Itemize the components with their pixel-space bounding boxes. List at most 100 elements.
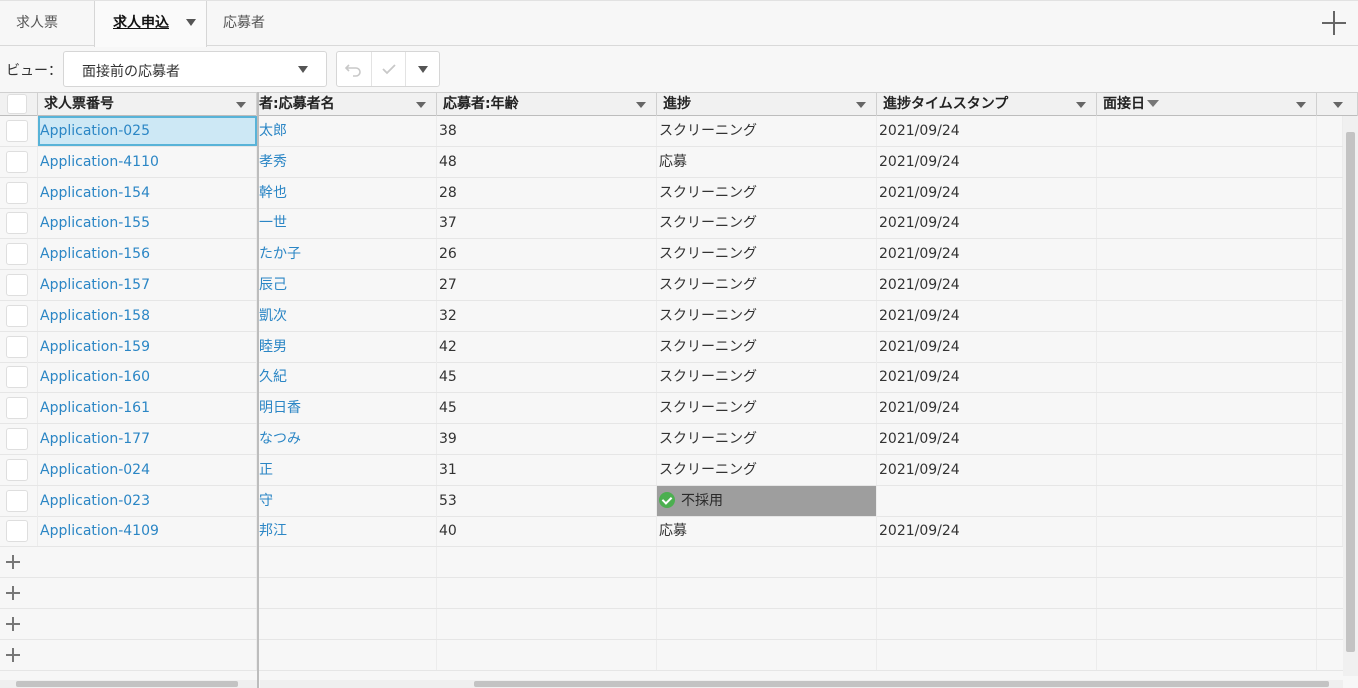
interview-date-cell[interactable]: [1097, 516, 1317, 547]
interview-date-cell[interactable]: [1097, 393, 1317, 424]
row-checkbox[interactable]: [6, 243, 28, 266]
progress-cell[interactable]: スクリーニング: [657, 177, 877, 208]
applicant-name-link[interactable]: 正: [259, 462, 273, 478]
job-number-link[interactable]: Application-023: [40, 493, 150, 509]
job-number-link[interactable]: Application-156: [40, 246, 150, 262]
job-number-link[interactable]: Application-158: [40, 308, 150, 324]
applicant-name-link[interactable]: 太郎: [259, 123, 287, 139]
timestamp-cell[interactable]: 2021/09/24: [877, 454, 1097, 485]
progress-cell[interactable]: 応募: [657, 146, 877, 177]
job-number-link[interactable]: Application-154: [40, 185, 150, 201]
row-checkbox[interactable]: [6, 520, 28, 543]
horizontal-scroll-thumb[interactable]: [474, 681, 1329, 687]
empty-cell[interactable]: [259, 547, 437, 578]
interview-date-cell[interactable]: [1097, 424, 1317, 454]
job-number-link[interactable]: Application-159: [40, 339, 150, 355]
row-checkbox[interactable]: [6, 428, 28, 450]
row-checkbox[interactable]: [6, 335, 28, 358]
job-number-cell[interactable]: Application-025: [38, 116, 257, 146]
row-checkbox[interactable]: [6, 304, 28, 327]
interview-date-cell[interactable]: [1097, 331, 1317, 362]
applicant-name-link[interactable]: 幹也: [259, 185, 287, 201]
empty-cell[interactable]: [38, 639, 257, 670]
row-checkbox[interactable]: [6, 458, 28, 481]
header-applicant-age[interactable]: 応募者:年齢: [437, 93, 657, 116]
header-progress[interactable]: 進捗: [657, 93, 877, 116]
timestamp-cell[interactable]: 2021/09/24: [877, 239, 1097, 270]
timestamp-cell[interactable]: 2021/09/24: [877, 393, 1097, 424]
job-number-cell[interactable]: Application-156: [38, 239, 257, 270]
empty-cell[interactable]: [259, 608, 437, 639]
table-row[interactable]: Application-156 たか子 26 スクリーニング 2021/09/24: [0, 239, 1343, 271]
age-cell[interactable]: 48: [437, 146, 657, 177]
tab-job-postings[interactable]: 求人票: [16, 1, 76, 46]
applicant-name-link[interactable]: たか子: [259, 246, 301, 262]
empty-cell[interactable]: [657, 608, 877, 639]
interview-date-cell[interactable]: [1097, 362, 1317, 393]
row-checkbox[interactable]: [6, 366, 28, 389]
empty-cell[interactable]: [38, 608, 257, 639]
timestamp-cell[interactable]: [877, 485, 1097, 516]
empty-cell[interactable]: [259, 639, 437, 670]
job-number-link[interactable]: Application-025: [40, 123, 150, 139]
job-number-cell[interactable]: Application-157: [38, 270, 257, 300]
applicant-name-cell[interactable]: 久紀: [259, 362, 437, 393]
timestamp-cell[interactable]: 2021/09/24: [877, 270, 1097, 300]
table-row[interactable]: Application-024 正 31 スクリーニング 2021/09/24: [0, 454, 1343, 486]
job-number-cell[interactable]: Application-158: [38, 300, 257, 331]
timestamp-cell[interactable]: 2021/09/24: [877, 146, 1097, 177]
column-menu-icon[interactable]: [232, 99, 250, 111]
empty-cell[interactable]: [259, 578, 437, 608]
job-number-link[interactable]: Application-155: [40, 215, 150, 231]
row-checkbox[interactable]: [6, 274, 28, 296]
applicant-name-cell[interactable]: たか子: [259, 239, 437, 270]
table-row[interactable]: Application-158 凱次 32 スクリーニング 2021/09/24: [0, 300, 1343, 332]
job-number-link[interactable]: Application-157: [40, 277, 150, 293]
table-row[interactable]: Application-023 守 53 不採用: [0, 485, 1343, 517]
interview-date-cell[interactable]: [1097, 116, 1317, 146]
applicant-name-cell[interactable]: 幹也: [259, 177, 437, 208]
applicant-name-cell[interactable]: 正: [259, 454, 437, 485]
timestamp-cell[interactable]: 2021/09/24: [877, 362, 1097, 393]
progress-cell[interactable]: スクリーニング: [657, 362, 877, 393]
job-number-cell[interactable]: Application-177: [38, 424, 257, 454]
table-row[interactable]: Application-159 睦男 42 スクリーニング 2021/09/24: [0, 331, 1343, 363]
applicant-name-link[interactable]: 明日香: [259, 400, 301, 416]
horizontal-scrollbar[interactable]: [260, 680, 1343, 688]
tab-menu-caret-icon[interactable]: [186, 19, 196, 26]
empty-cell[interactable]: [1097, 639, 1317, 670]
column-menu-icon[interactable]: [632, 99, 650, 111]
progress-cell[interactable]: 応募: [657, 516, 877, 547]
timestamp-cell[interactable]: 2021/09/24: [877, 300, 1097, 331]
add-row-plus-icon[interactable]: [6, 586, 20, 600]
interview-date-cell[interactable]: [1097, 300, 1317, 331]
empty-cell[interactable]: [877, 547, 1097, 578]
add-row-plus-icon[interactable]: [6, 647, 20, 662]
timestamp-cell[interactable]: 2021/09/24: [877, 331, 1097, 362]
interview-date-cell[interactable]: [1097, 485, 1317, 516]
tab-job-applications[interactable]: 求人申込: [94, 1, 207, 47]
row-checkbox[interactable]: [6, 181, 28, 204]
progress-cell[interactable]: スクリーニング: [657, 424, 877, 454]
applicant-name-cell[interactable]: 邦江: [259, 516, 437, 547]
column-menu-icon[interactable]: [1329, 99, 1347, 111]
timestamp-cell[interactable]: 2021/09/24: [877, 116, 1097, 146]
applicant-name-link[interactable]: 辰己: [259, 277, 287, 293]
empty-cell[interactable]: [437, 578, 657, 608]
vertical-scrollbar[interactable]: [1343, 116, 1358, 676]
empty-cell[interactable]: [657, 547, 877, 578]
column-menu-icon[interactable]: [1072, 99, 1090, 111]
empty-cell[interactable]: [877, 639, 1097, 670]
job-number-link[interactable]: Application-024: [40, 462, 150, 478]
empty-cell[interactable]: [1097, 608, 1317, 639]
add-row-plus-icon[interactable]: [6, 616, 20, 631]
empty-cell[interactable]: [437, 608, 657, 639]
applicant-name-cell[interactable]: なつみ: [259, 424, 437, 454]
age-cell[interactable]: 53: [437, 485, 657, 516]
row-checkbox[interactable]: [6, 150, 28, 173]
progress-cell[interactable]: 不採用: [657, 485, 877, 516]
progress-cell[interactable]: スクリーニング: [657, 239, 877, 270]
empty-cell[interactable]: [657, 578, 877, 608]
empty-cell[interactable]: [38, 578, 257, 608]
column-menu-icon[interactable]: [852, 99, 870, 111]
